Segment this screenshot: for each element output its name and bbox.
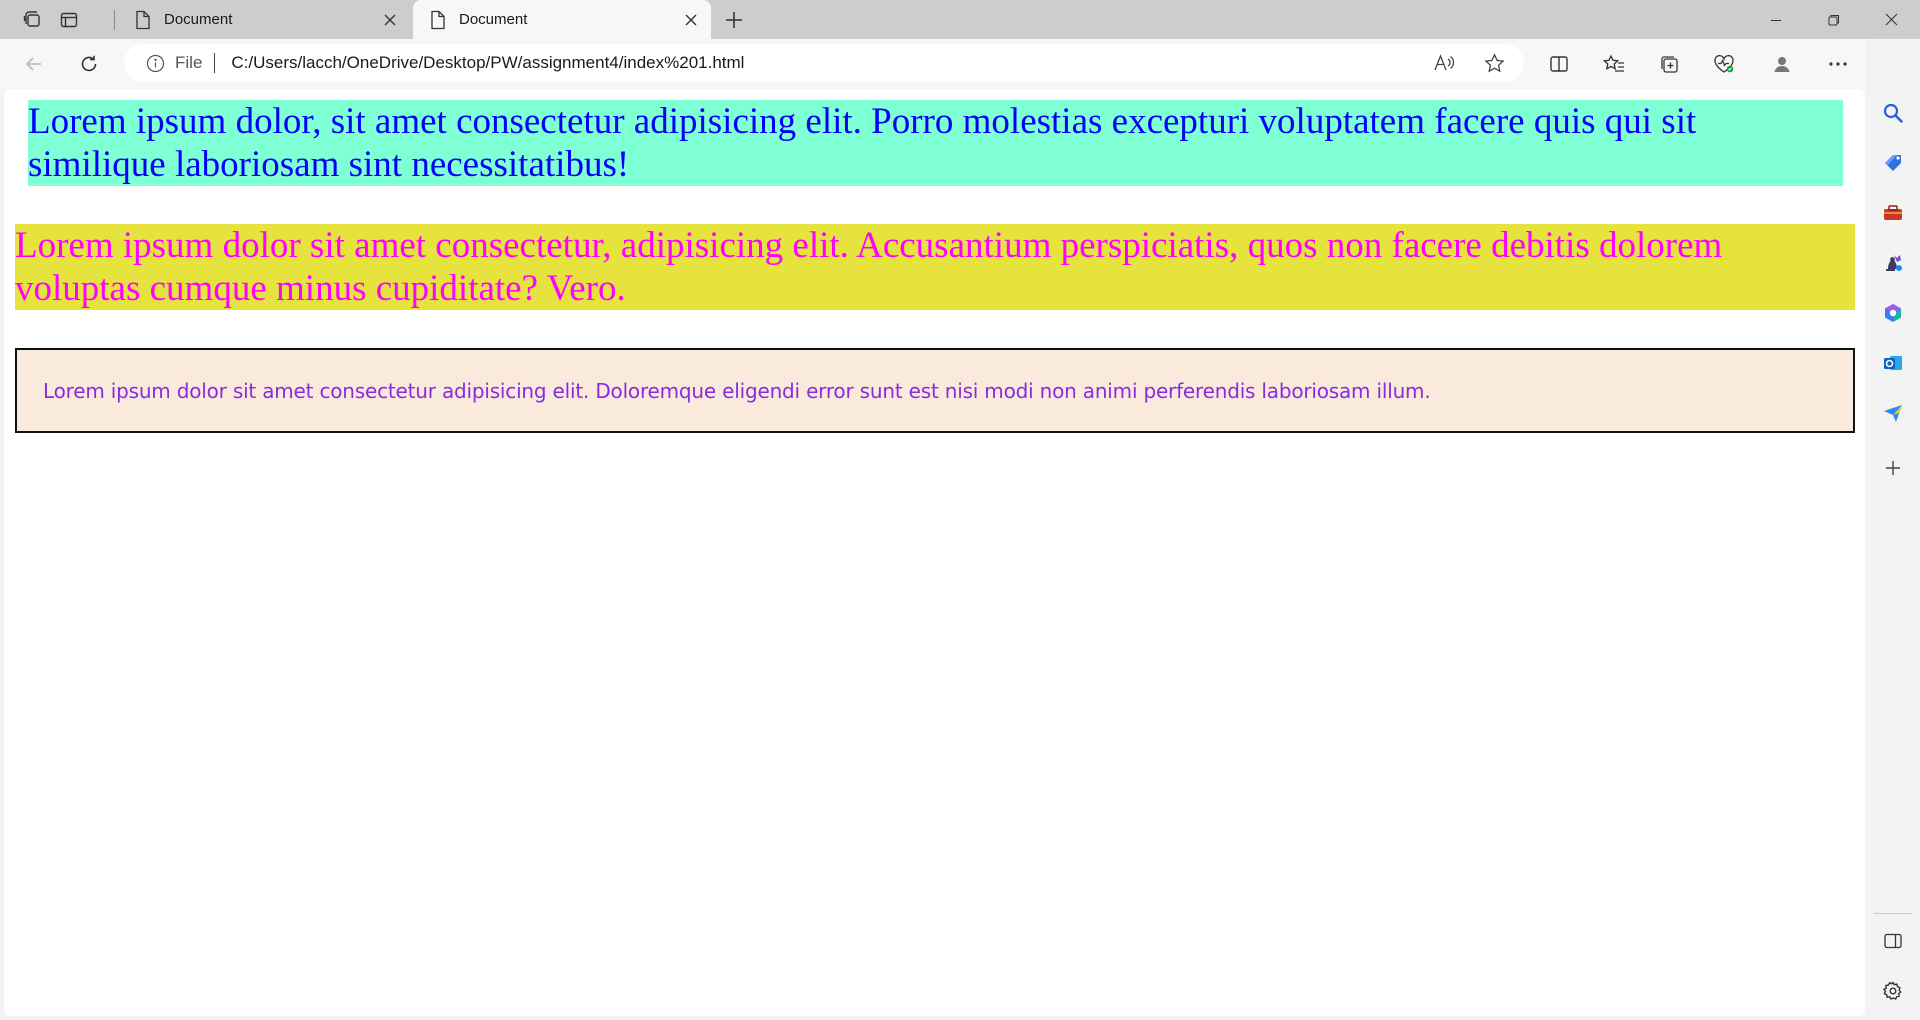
split-screen-icon[interactable]: [1541, 46, 1577, 82]
tab-document-1[interactable]: Document: [118, 0, 410, 39]
more-icon[interactable]: [1820, 46, 1856, 82]
refresh-icon[interactable]: [71, 46, 107, 82]
tab-actions-icon[interactable]: [14, 6, 50, 34]
favorites-icon[interactable]: [1596, 46, 1632, 82]
add-icon[interactable]: [1875, 450, 1911, 486]
browser-essentials-icon[interactable]: [1706, 46, 1742, 82]
address-url[interactable]: C:/Users/lacch/OneDrive/Desktop/PW/assig…: [231, 53, 744, 73]
new-tab-button[interactable]: [716, 6, 752, 34]
send-icon[interactable]: [1875, 395, 1911, 431]
read-aloud-icon[interactable]: [1426, 45, 1462, 81]
restore-button[interactable]: [1805, 0, 1863, 39]
tab-strip: Document Document: [0, 0, 1920, 39]
aqua-paragraph: Lorem ipsum dolor, sit amet consectetur …: [28, 100, 1843, 186]
document-icon: [136, 10, 150, 29]
info-icon[interactable]: [146, 54, 165, 73]
address-bar[interactable]: File C:/Users/lacch/OneDrive/Desktop/PW/…: [124, 44, 1524, 82]
sidebar-divider: [1874, 913, 1912, 914]
shopping-icon[interactable]: [1875, 145, 1911, 181]
address-divider: [214, 53, 216, 73]
document-icon: [431, 10, 445, 29]
star-icon[interactable]: [1476, 45, 1512, 81]
browser-toolbar: File C:/Users/lacch/OneDrive/Desktop/PW/…: [0, 39, 1920, 89]
close-tab-icon[interactable]: [677, 6, 705, 34]
tab-separator: [114, 10, 115, 30]
tab-document-2[interactable]: Document: [413, 0, 711, 39]
tools-icon[interactable]: [1875, 195, 1911, 231]
page-viewport: Lorem ipsum dolor, sit amet consectetur …: [4, 89, 1865, 1016]
tab-title: Document: [459, 11, 528, 28]
profile-icon[interactable]: [1764, 46, 1800, 82]
bordered-paragraph-box: Lorem ipsum dolor sit amet consectetur a…: [15, 348, 1855, 433]
microsoft365-icon[interactable]: [1875, 295, 1911, 331]
settings-icon[interactable]: [1875, 973, 1911, 1009]
search-icon[interactable]: [1875, 95, 1911, 131]
minimize-button[interactable]: [1747, 0, 1805, 39]
back-arrow-icon[interactable]: [16, 46, 52, 82]
close-window-button[interactable]: [1862, 0, 1920, 39]
outlook-icon[interactable]: [1875, 345, 1911, 381]
hide-sidebar-icon[interactable]: [1875, 923, 1911, 959]
games-icon[interactable]: [1875, 245, 1911, 281]
vertical-tabs-icon[interactable]: [51, 6, 87, 34]
yellow-paragraph: Lorem ipsum dolor sit amet consectetur, …: [15, 224, 1855, 310]
bordered-paragraph-text: Lorem ipsum dolor sit amet consectetur a…: [43, 378, 1431, 403]
address-scheme-label: File: [175, 53, 203, 72]
edge-sidebar: [1866, 39, 1920, 1020]
close-tab-icon[interactable]: [376, 6, 404, 34]
tab-title: Document: [164, 11, 233, 28]
collections-icon[interactable]: [1651, 46, 1687, 82]
